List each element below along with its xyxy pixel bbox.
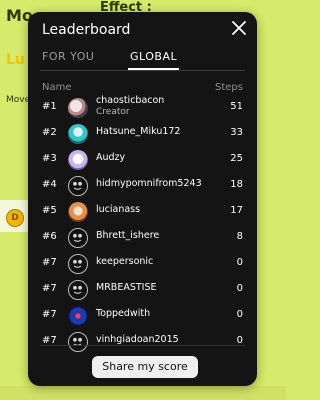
username: Toppedwith — [96, 308, 151, 319]
leaderboard-row[interactable]: #6 Bhrett_ishere 8 — [28, 225, 257, 251]
default-avatar-icon — [68, 332, 88, 352]
avatar — [68, 150, 88, 170]
avatar — [68, 202, 88, 222]
leaderboard-row[interactable]: #3 Audzy 25 — [28, 147, 257, 173]
rank-label: #6 — [42, 231, 57, 242]
username: hidmypomnifrom5243 — [96, 178, 202, 189]
avatar — [68, 306, 88, 326]
game-name-fragment: Lu — [6, 52, 25, 68]
username: lucianass — [96, 204, 141, 215]
share-score-button[interactable]: Share my score — [92, 356, 198, 378]
steps-value: 18 — [230, 179, 243, 190]
leaderboard-row[interactable]: #7 keepersonic 0 — [28, 251, 257, 277]
username: keepersonic — [96, 256, 154, 267]
column-header-name: Name — [42, 82, 72, 93]
rank-label: #3 — [42, 153, 57, 164]
steps-value: 8 — [236, 231, 243, 242]
username: MRBEASTISE — [96, 282, 157, 293]
coin-icon[interactable]: D — [6, 209, 24, 227]
rank-label: #1 — [42, 101, 57, 112]
steps-value: 51 — [230, 101, 243, 112]
leaderboard-row[interactable]: #5 lucianass 17 — [28, 199, 257, 225]
rank-label: #7 — [42, 257, 57, 268]
leaderboard-list: #1 chaosticbacon Creator 51 #2 Hatsune_M… — [28, 95, 257, 355]
default-avatar-icon — [68, 228, 88, 248]
leaderboard-row[interactable]: #1 chaosticbacon Creator 51 — [28, 95, 257, 121]
divider — [40, 345, 245, 346]
rank-label: #5 — [42, 205, 57, 216]
rank-label: #2 — [42, 127, 57, 138]
username: chaosticbacon — [96, 95, 165, 106]
steps-value: 25 — [230, 153, 243, 164]
default-avatar-icon — [68, 176, 88, 196]
move-label-fragment: Move — [6, 95, 31, 105]
rank-label: #7 — [42, 309, 57, 320]
steps-value: 33 — [230, 127, 243, 138]
default-avatar-icon — [68, 280, 88, 300]
close-icon[interactable] — [231, 20, 247, 36]
steps-value: 17 — [230, 205, 243, 216]
steps-value: 0 — [236, 257, 243, 268]
rank-label: #7 — [42, 283, 57, 294]
modal-title: Leaderboard — [42, 22, 131, 38]
tab-for-you[interactable]: FOR YOU — [42, 48, 94, 68]
tab-bar: FOR YOU GLOBAL — [40, 48, 245, 71]
bottom-bar — [0, 386, 286, 400]
username: Bhrett_ishere — [96, 230, 160, 241]
username: Audzy — [96, 152, 126, 163]
leaderboard-row[interactable]: #4 hidmypomnifrom5243 18 — [28, 173, 257, 199]
steps-value: 0 — [236, 309, 243, 320]
user-role-label: Creator — [96, 107, 130, 117]
tab-global[interactable]: GLOBAL — [128, 48, 180, 70]
username: vinhgiadoan2015 — [96, 334, 179, 345]
avatar — [68, 98, 88, 118]
leaderboard-row[interactable]: #7 vinhgiadoan2015 0 — [28, 329, 257, 355]
avatar — [68, 124, 88, 144]
leaderboard-row[interactable]: #2 Hatsune_Miku172 33 — [28, 121, 257, 147]
leaderboard-row[interactable]: #7 Toppedwith 0 — [28, 303, 257, 329]
steps-value: 0 — [236, 283, 243, 294]
username: Hatsune_Miku172 — [96, 126, 181, 137]
column-header-steps: Steps — [215, 82, 243, 93]
default-avatar-icon — [68, 254, 88, 274]
leaderboard-row[interactable]: #7 MRBEASTISE 0 — [28, 277, 257, 303]
leaderboard-modal: Leaderboard FOR YOU GLOBAL Name Steps #1… — [28, 12, 257, 386]
rank-label: #4 — [42, 179, 57, 190]
